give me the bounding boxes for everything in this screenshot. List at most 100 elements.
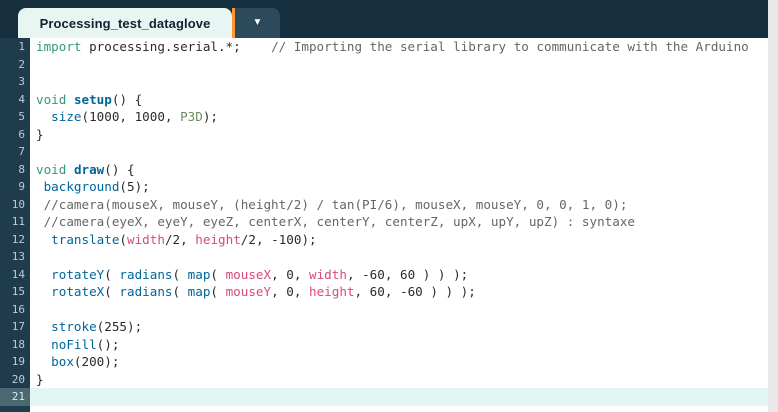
editor-row: 15 rotateX( radians( map( mouseY, 0, hei… — [0, 283, 768, 301]
code-line[interactable] — [30, 73, 768, 91]
line-number: 3 — [0, 73, 30, 91]
line-number: 4 — [0, 90, 30, 108]
line-number: 18 — [0, 335, 30, 353]
code-line[interactable]: void draw() { — [30, 160, 768, 178]
code-token: ( — [210, 284, 226, 299]
code-token: (1000, 1000, — [81, 109, 181, 124]
editor-row: 6} — [0, 125, 768, 143]
code-line[interactable]: box(200); — [30, 353, 768, 371]
tab-bar: Processing_test_dataglove ▼ — [0, 0, 768, 38]
code-token: ); — [202, 109, 219, 124]
line-number: 17 — [0, 318, 30, 336]
editor-row: 4 void setup() { — [0, 90, 768, 108]
code-line[interactable]: background(5); — [30, 178, 768, 196]
code-token: noFill — [51, 336, 97, 352]
code-token: ( — [210, 266, 226, 282]
code-line[interactable] — [30, 248, 768, 266]
code-token: width — [309, 266, 347, 282]
code-token: draw — [73, 161, 105, 177]
line-number: 14 — [0, 265, 30, 283]
code-filler — [30, 405, 768, 412]
code-line[interactable]: //camera(mouseX, mouseY, (height/2) / ta… — [30, 195, 768, 213]
sketch-tab-label: Processing_test_dataglove — [39, 15, 211, 31]
code-token: import — [36, 39, 82, 54]
scrollbar-track[interactable] — [768, 0, 778, 412]
code-token: height — [195, 231, 241, 247]
editor-row: 2 — [0, 55, 768, 73]
line-number: 1 — [0, 38, 30, 56]
code-line[interactable] — [30, 388, 768, 406]
line-number: 16 — [0, 300, 30, 318]
line-number: 13 — [0, 248, 30, 266]
code-line[interactable]: } — [30, 125, 768, 143]
code-token: processing.serial.*; — [81, 39, 272, 54]
code-token: (5); — [119, 179, 150, 194]
line-number: 9 — [0, 178, 30, 196]
code-token: stroke — [51, 319, 97, 334]
editor-row: 21 — [0, 388, 768, 406]
sketch-tab[interactable]: Processing_test_dataglove — [18, 8, 232, 38]
code-token: ( — [172, 266, 188, 282]
ide-window: Processing_test_dataglove ▼ 1 import proc… — [0, 0, 778, 412]
code-token: ( — [119, 231, 128, 247]
code-line[interactable] — [30, 55, 768, 73]
line-number: 2 — [0, 55, 30, 73]
code-line[interactable]: noFill(); — [30, 335, 768, 353]
code-token: ( — [172, 284, 188, 299]
code-token: rotateY — [51, 266, 105, 282]
code-token: radians — [119, 284, 173, 299]
editor-row: 14 rotateY( radians( map( mouseX, 0, wid… — [0, 265, 768, 283]
line-number: 20 — [0, 370, 30, 388]
code-line[interactable]: void setup() { — [30, 90, 768, 108]
code-token: ( — [104, 266, 120, 282]
code-line[interactable] — [30, 143, 768, 161]
code-token: void — [36, 91, 67, 107]
code-token: } — [36, 126, 44, 142]
code-token: , 0, — [271, 266, 310, 282]
code-token: setup — [73, 91, 112, 107]
code-line[interactable]: stroke(255); — [30, 318, 768, 336]
code-line[interactable]: translate(width/2, height/2, -100); — [30, 230, 768, 248]
line-number: 8 — [0, 160, 30, 178]
tab-menu-button[interactable]: ▼ — [235, 8, 280, 38]
code-token: //camera(eyeX, eyeY, eyeZ, centerX, cent… — [43, 214, 635, 229]
editor-row: 11 //camera(eyeX, eyeY, eyeZ, centerX, c… — [0, 213, 768, 231]
editor-row: 7 — [0, 143, 768, 161]
code-line[interactable] — [30, 300, 768, 318]
code-token: (200); — [73, 354, 120, 369]
code-line[interactable]: size(1000, 1000, P3D); — [30, 108, 768, 126]
code-token: size — [51, 109, 82, 124]
code-token: , 60, -60 ) ) ); — [354, 284, 476, 299]
editor-row: 16 — [0, 300, 768, 318]
code-token: rotateX — [51, 284, 105, 299]
code-line[interactable]: //camera(eyeX, eyeY, eyeZ, centerX, cent… — [30, 213, 768, 231]
code-line[interactable]: rotateY( radians( map( mouseX, 0, width,… — [30, 265, 768, 283]
code-line[interactable]: rotateX( radians( map( mouseY, 0, height… — [30, 283, 768, 301]
line-number: 5 — [0, 108, 30, 126]
editor-row: 17 stroke(255); — [0, 318, 768, 336]
code-token: map — [187, 284, 211, 299]
code-editor[interactable]: 1 import processing.serial.*; // Importin… — [0, 38, 768, 412]
code-token: () { — [104, 161, 135, 177]
code-token: (); — [96, 336, 120, 352]
code-token: width — [127, 231, 165, 247]
editor-row: 5 size(1000, 1000, P3D); — [0, 108, 768, 126]
code-line[interactable]: } — [30, 370, 768, 388]
code-token: box — [51, 354, 74, 369]
line-number: 10 — [0, 195, 30, 213]
editor-row: 10 //camera(mouseX, mouseY, (height/2) /… — [0, 195, 768, 213]
code-line[interactable]: import processing.serial.*; // Importing… — [30, 38, 768, 56]
code-token: void — [36, 161, 67, 177]
editor-row: 1 import processing.serial.*; // Importin… — [0, 38, 768, 56]
code-token: mouseY — [225, 284, 272, 299]
code-token: (255); — [96, 319, 143, 334]
editor-row: 13 — [0, 248, 768, 266]
